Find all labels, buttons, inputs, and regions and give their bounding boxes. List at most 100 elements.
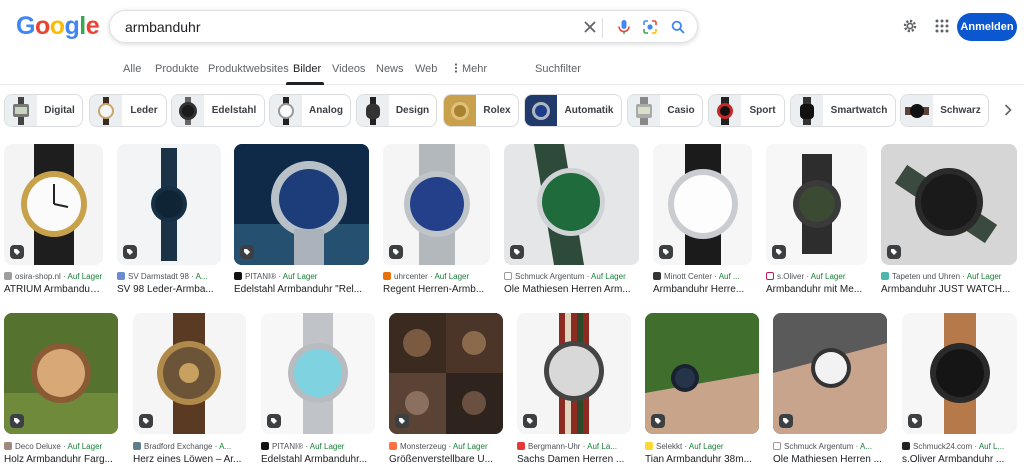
favicon-icon	[645, 442, 653, 450]
chip-rolex[interactable]: Rolex	[443, 94, 519, 127]
result-title[interactable]: Edelstahl Armbanduhr...	[261, 454, 375, 465]
logo-letter: o	[34, 12, 50, 40]
result-image[interactable]	[4, 144, 103, 265]
result-title[interactable]: SV 98 Leder-Armba...	[117, 284, 221, 295]
chip-casio[interactable]: Casio	[627, 94, 703, 127]
settings-gear-icon[interactable]	[900, 16, 920, 36]
shopping-tag-icon	[651, 414, 665, 428]
clear-icon[interactable]	[580, 17, 600, 37]
result-source: s.Oliver · Auf Lager	[766, 272, 867, 281]
tab-product-websites[interactable]: Produktwebsites	[208, 63, 289, 75]
stock-status: Auf L...	[978, 442, 1005, 451]
tab-more[interactable]: Mehr	[454, 63, 487, 75]
source-name: PITANI®	[245, 272, 277, 281]
result-image[interactable]	[133, 313, 246, 434]
result-title[interactable]: Tian Armbanduhr 38m...	[645, 454, 759, 465]
source-name: osira-shop.nl	[15, 272, 61, 281]
camera-lens-icon[interactable]	[640, 17, 660, 37]
search-icon[interactable]	[668, 17, 688, 37]
result-image[interactable]	[261, 313, 375, 434]
result-title[interactable]: Edelstahl Armbanduhr "Rel...	[234, 284, 369, 295]
result-title[interactable]: Regent Herren-Armb...	[383, 284, 490, 295]
result-title[interactable]: Holz Armbanduhr Farg...	[4, 454, 118, 465]
chip-schwarz[interactable]: Schwarz	[900, 94, 989, 127]
result-image[interactable]	[4, 313, 118, 434]
result-title[interactable]: Sachs Damen Herren ...	[517, 454, 631, 465]
more-vert-icon	[454, 63, 458, 73]
search-tabs: Alle Produkte Produktwebsites Bilder Vid…	[0, 55, 1024, 85]
result-image[interactable]	[645, 313, 759, 434]
result-source: Bergmann-Uhr · Auf La...	[517, 442, 631, 451]
result-source: osira-shop.nl · Auf Lager	[4, 272, 103, 281]
result-source: Minott Center · Auf ...	[653, 272, 752, 281]
result-image[interactable]	[902, 313, 1017, 434]
chip-digital[interactable]: Digital	[4, 94, 83, 127]
chip-leder[interactable]: Leder	[89, 94, 167, 127]
result-image[interactable]	[773, 313, 887, 434]
result-title[interactable]: Größenverstellbare U...	[389, 454, 503, 465]
result-title[interactable]: Herz eines Löwen – Ar...	[133, 454, 246, 465]
chip-analog[interactable]: Analog	[269, 94, 351, 127]
chip-label: Leder	[130, 105, 158, 116]
result-source: Monsterzeug · Auf Lager	[389, 442, 503, 451]
apps-grid-icon[interactable]	[932, 16, 952, 36]
stock-status: Auf Lager	[67, 442, 103, 451]
result-title[interactable]: Armbanduhr mit Me...	[766, 284, 867, 295]
chip-label: Analog	[309, 105, 343, 116]
tab-images[interactable]: Bilder	[293, 63, 321, 75]
search-box[interactable]: armbanduhr	[109, 10, 698, 43]
source-name: Bradford Exchange	[144, 442, 213, 451]
sign-in-button[interactable]: Anmelden	[957, 13, 1017, 41]
tab-web[interactable]: Web	[415, 63, 437, 75]
tab-news[interactable]: News	[376, 63, 404, 75]
result-image[interactable]	[517, 313, 631, 434]
favicon-icon	[234, 272, 242, 280]
result-title[interactable]: Armbanduhr JUST WATCH...	[881, 284, 1017, 295]
search-divider	[602, 18, 603, 38]
result-image[interactable]	[766, 144, 867, 265]
result-image[interactable]	[389, 313, 503, 434]
source-name: Tapeten und Uhren	[892, 272, 961, 281]
source-name: SV Darmstadt 98	[128, 272, 189, 281]
tab-products[interactable]: Produkte	[155, 63, 199, 75]
result-source: Bradford Exchange · A...	[133, 442, 246, 451]
favicon-icon	[504, 272, 512, 280]
microphone-icon[interactable]	[614, 17, 634, 37]
result-source: uhrcenter · Auf Lager	[383, 272, 490, 281]
result-image[interactable]	[504, 144, 639, 265]
tab-videos[interactable]: Videos	[332, 63, 365, 75]
shopping-tag-icon	[10, 414, 24, 428]
result-image[interactable]	[117, 144, 221, 265]
chip-edelstahl[interactable]: Edelstahl	[171, 94, 265, 127]
search-tools[interactable]: Suchfilter	[535, 63, 581, 75]
result-image[interactable]	[234, 144, 369, 265]
google-logo[interactable]: Google	[16, 12, 100, 41]
chip-thumbnail	[901, 95, 933, 126]
result-image[interactable]	[383, 144, 490, 265]
chevron-right-icon[interactable]	[998, 100, 1018, 120]
shopping-tag-icon	[10, 245, 24, 259]
source-name: Selekkt	[656, 442, 683, 451]
result-image[interactable]	[881, 144, 1017, 265]
result-title[interactable]: Ole Mathiesen Herren Arm...	[504, 284, 639, 295]
source-name: Schmuck Argentum	[515, 272, 585, 281]
tab-all[interactable]: Alle	[123, 63, 141, 75]
chip-automatik[interactable]: Automatik	[524, 94, 622, 127]
shopping-tag-icon	[908, 414, 922, 428]
chip-label: Casio	[667, 105, 695, 116]
result-source: Schmuck Argentum · Auf Lager	[504, 272, 639, 281]
source-name: Bergmann-Uhr	[528, 442, 581, 451]
result-title[interactable]: s.Oliver Armbanduhr ...	[902, 454, 1017, 465]
chip-label: Schwarz	[940, 105, 981, 116]
result-title[interactable]: Armbanduhr Herre...	[653, 284, 752, 295]
search-input[interactable]: armbanduhr	[125, 19, 201, 35]
chip-design[interactable]: Design	[356, 94, 437, 127]
result-image[interactable]	[653, 144, 752, 265]
chip-smartwatch[interactable]: Smartwatch	[790, 94, 896, 127]
result-title[interactable]: ATRIUM Armbanduhr ...	[4, 284, 103, 295]
chip-sport[interactable]: Sport	[708, 94, 785, 127]
shopping-tag-icon	[772, 245, 786, 259]
result-title[interactable]: Ole Mathiesen Herren ...	[773, 454, 887, 465]
stock-status: Auf Lager	[282, 272, 318, 281]
source-name: Deco Deluxe	[15, 442, 61, 451]
